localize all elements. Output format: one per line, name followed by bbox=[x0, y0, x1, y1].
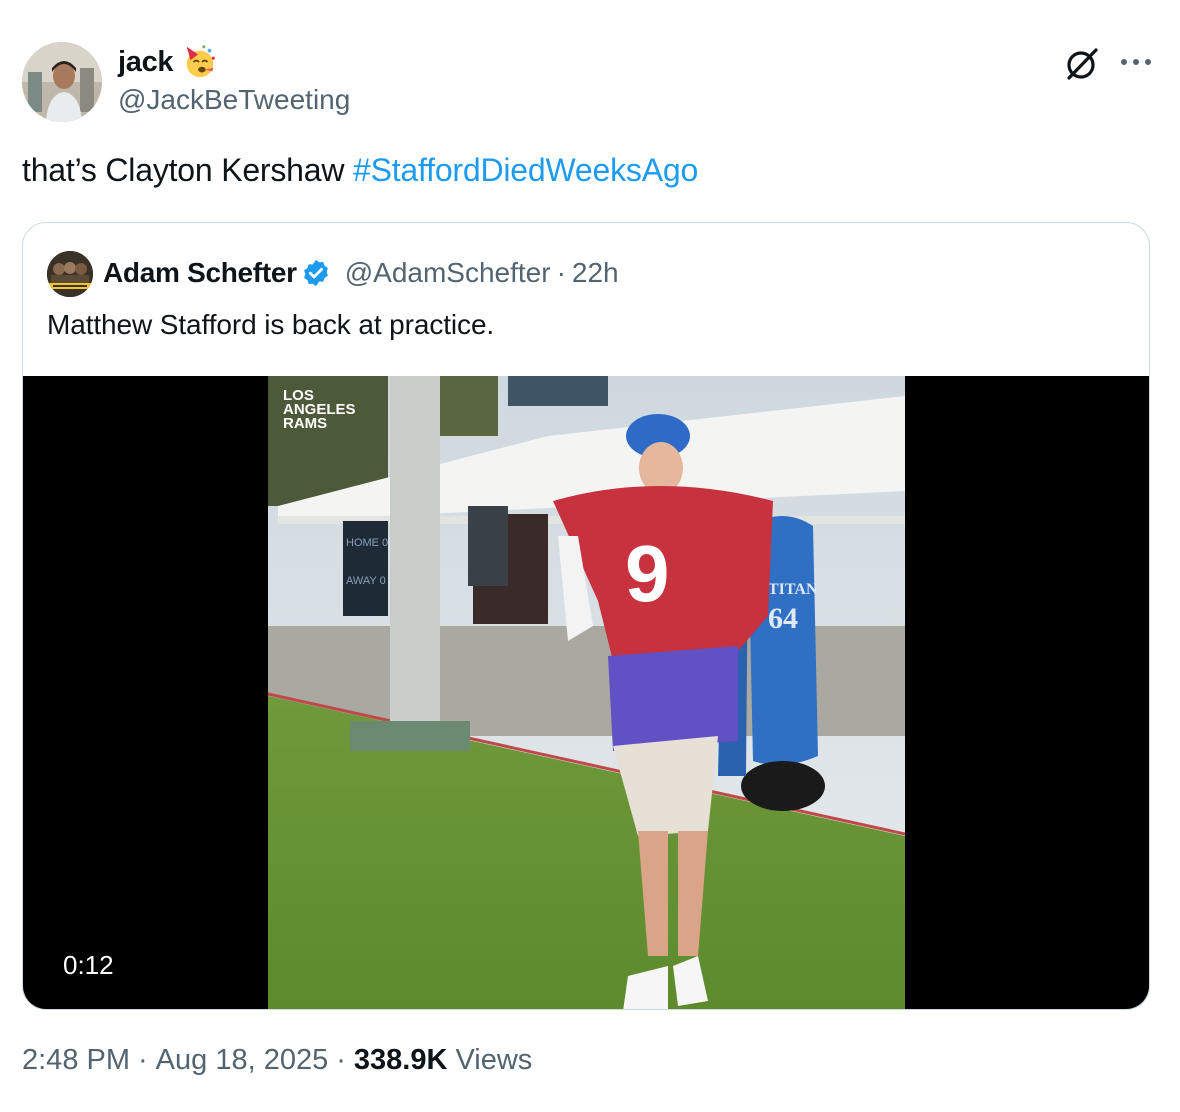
quoted-timestamp[interactable]: 22h bbox=[572, 257, 619, 289]
quoted-separator: · bbox=[556, 257, 566, 288]
tweet-text-prefix: that’s Clayton Kershaw bbox=[22, 152, 353, 188]
quoted-author-avatar-image bbox=[47, 251, 93, 297]
video-thumbnail: HOME 0 AWAY 0 TITAN 64 9 LOS ANGELES RAM… bbox=[268, 376, 905, 1009]
tweet-container: jack @JackBeTweeting that’s Clayton Kers… bbox=[0, 0, 1180, 1112]
author-name-row: jack bbox=[118, 42, 219, 82]
hashtag-link[interactable]: #StaffordDiedWeeksAgo bbox=[353, 152, 698, 188]
views-count[interactable]: 338.9K bbox=[354, 1044, 448, 1076]
dummy-number: 64 bbox=[768, 602, 798, 635]
more-icon[interactable] bbox=[1116, 46, 1156, 78]
dummy-label: TITAN bbox=[768, 581, 818, 598]
scoreboard bbox=[343, 521, 388, 616]
quoted-tweet-text: Matthew Stafford is back at practice. bbox=[47, 309, 495, 340]
grok-icon[interactable] bbox=[1062, 44, 1102, 84]
footer-separator: · bbox=[336, 1044, 346, 1076]
tweet-text: that’s Clayton Kershaw #StaffordDiedWeek… bbox=[22, 152, 698, 189]
scoreboard-home-text: HOME 0 bbox=[346, 537, 388, 549]
video-duration-badge: 0:12 bbox=[47, 944, 130, 987]
quoted-author-avatar[interactable] bbox=[47, 251, 93, 297]
quoted-tweet[interactable]: Adam Schefter @AdamSchefter · 22h Matthe… bbox=[22, 222, 1150, 1010]
quoted-handle[interactable]: @AdamSchefter bbox=[345, 257, 551, 289]
quoted-header: Adam Schefter @AdamSchefter · 22h bbox=[103, 253, 619, 293]
author-avatar-image bbox=[22, 42, 102, 122]
scoreboard-away-text: AWAY 0 bbox=[346, 575, 386, 587]
author-handle[interactable]: @JackBeTweeting bbox=[118, 84, 350, 116]
partying-face-icon bbox=[186, 45, 216, 78]
video-player[interactable]: HOME 0 AWAY 0 TITAN 64 9 LOS ANGELES RAM… bbox=[23, 376, 1149, 1009]
tweet-metadata: 2:48 PM · Aug 18, 2025 · 338.9K Views bbox=[22, 1044, 532, 1077]
jersey-number: 9 bbox=[625, 529, 670, 618]
watermark-line-3: RAMS bbox=[283, 415, 327, 432]
verified-badge-icon bbox=[303, 259, 328, 287]
quoted-display-name[interactable]: Adam Schefter bbox=[103, 257, 297, 289]
views-label: Views bbox=[455, 1044, 533, 1076]
author-display-name[interactable]: jack bbox=[118, 46, 174, 79]
author-avatar[interactable] bbox=[22, 42, 102, 122]
tweet-time[interactable]: 2:48 PM bbox=[22, 1044, 130, 1076]
footer-separator: · bbox=[138, 1044, 148, 1076]
tweet-date[interactable]: Aug 18, 2025 bbox=[156, 1044, 329, 1076]
